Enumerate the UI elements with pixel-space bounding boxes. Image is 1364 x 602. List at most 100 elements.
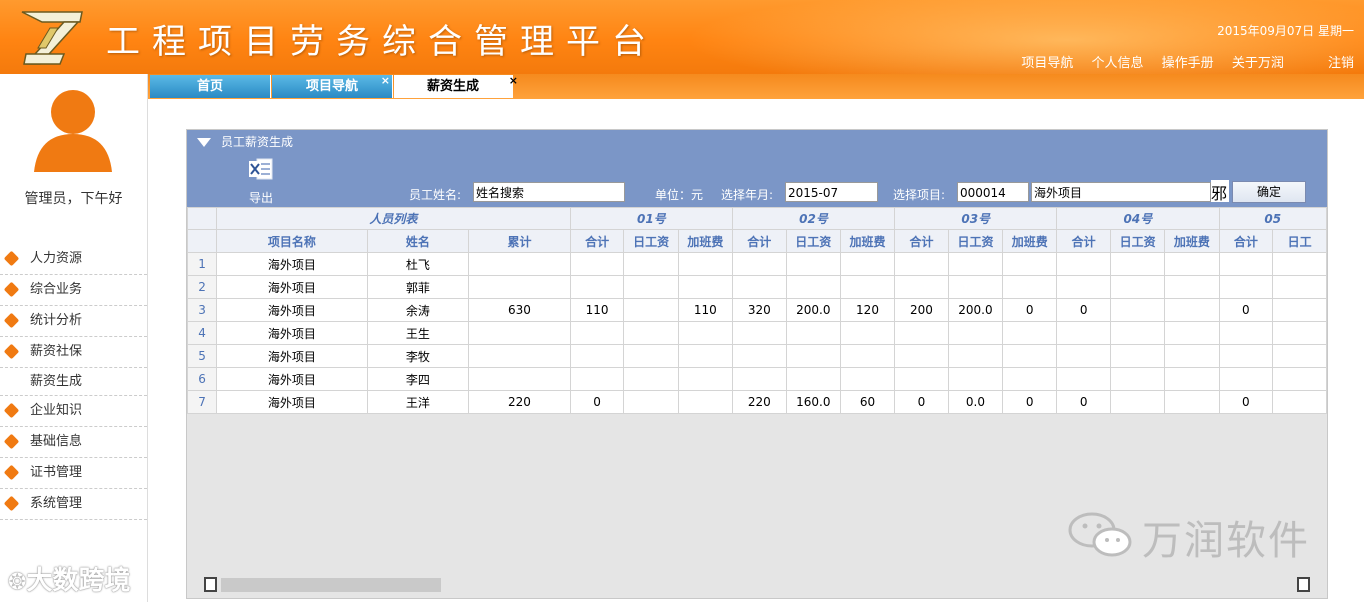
table-cell [468,367,571,391]
table-row[interactable]: 5 海外项目 李牧 [187,344,1327,368]
table-cell: 60 [839,390,896,414]
table-cell [677,275,733,299]
table-cell: 海外项目 [216,367,368,391]
table-cell: 220 [468,390,571,414]
menu-item-basic-info[interactable]: 基础信息 [0,427,147,458]
table-row[interactable]: 3 海外项目 余涛 630 110 110 320 200.0 120 200 200.0 0 0 0 [187,298,1327,322]
table-row[interactable]: 7 海外项目 王洋 220 0 220 160.0 60 0 0.0 0 0 0 [187,390,1327,414]
menu-item-statistics[interactable]: 统计分析 [0,306,147,337]
table-cell [894,275,949,299]
confirm-button[interactable]: 确定 [1232,181,1306,203]
column-header-cell[interactable]: 加班费 [839,229,896,253]
menu-item-hr[interactable]: 人力资源 [0,244,147,275]
column-header-cell[interactable]: 加班费 [677,229,733,253]
table-row[interactable]: 4 海外项目 王生 [187,321,1327,345]
column-header-cell[interactable]: 合计 [1218,229,1274,253]
column-header-cell[interactable]: 合计 [569,229,625,253]
tag-icon [3,312,20,329]
column-header-cell[interactable]: 日工资 [1110,229,1166,253]
column-header-cell[interactable]: 加班费 [1164,229,1220,253]
table-cell [947,275,1004,299]
excel-icon[interactable] [249,158,273,180]
table-cell [731,344,787,368]
sidebar: 管理员，下午好 人力资源 综合业务 统计分析 薪资社保 薪资生成 企业知识 基础… [0,74,148,602]
month-label: 选择年月: [721,188,774,202]
panel-toolbar: 员工薪资生成 导出 员工姓名: 姓名搜索 单位：元 选择年月: 2015-07 … [187,130,1327,207]
table-cell: 120 [839,298,896,322]
horizontal-scrollbar[interactable] [221,578,441,592]
table-cell [894,344,949,368]
table-cell [839,275,896,299]
column-header-cell[interactable]: 合计 [731,229,787,253]
table-cell [894,321,949,345]
top-link-about[interactable]: 关于万润 [1232,56,1284,71]
column-header-cell[interactable]: 日工 [1272,229,1327,253]
close-icon[interactable]: × [381,69,390,92]
table-cell [1218,275,1274,299]
table-cell [1164,390,1220,414]
table-cell [785,275,841,299]
table-cell [1002,367,1058,391]
month-input[interactable]: 2015-07 [785,182,878,202]
top-link-personal-info[interactable]: 个人信息 [1092,56,1144,71]
table-cell [1272,321,1327,345]
menu-item-certificates[interactable]: 证书管理 [0,458,147,489]
salary-table: 人员列表 01号 02号 03号 04号 05 项目名称 姓名 累计 合计 日工资 加班费 合计 日工资加… [187,207,1327,414]
tag-icon [3,250,20,267]
column-header-cell[interactable]: 项目名称 [216,229,368,253]
menu-item-salary-insurance[interactable]: 薪资社保 [0,337,147,368]
table-cell: 海外项目 [216,321,368,345]
tab-salary-generate[interactable]: 薪资生成 × [394,74,518,98]
table-cell [1164,367,1220,391]
project-select-glyph[interactable]: 邪 [1211,180,1229,202]
column-header-cell[interactable]: 合计 [1056,229,1112,253]
table-cell [731,252,787,276]
logout-link[interactable]: 注销 [1328,56,1354,71]
table-cell [623,367,679,391]
table-cell [785,344,841,368]
column-header-cell[interactable]: 合计 [894,229,949,253]
menu-item-business[interactable]: 综合业务 [0,275,147,306]
export-label[interactable]: 导出 [249,189,273,206]
table-cell [947,344,1004,368]
pager-square-left[interactable] [204,577,217,592]
table-cell: 200.0 [785,298,841,322]
table-row[interactable]: 6 海外项目 李四 [187,367,1327,391]
table-cell [894,367,949,391]
tab-project-nav[interactable]: 项目导航 × [272,74,393,98]
table-cell [839,344,896,368]
pager-square-right[interactable] [1297,577,1310,592]
close-icon[interactable]: × [509,69,518,92]
tag-icon [3,402,20,419]
column-header-cell[interactable]: 日工资 [623,229,679,253]
column-header-cell[interactable]: 加班费 [1002,229,1058,253]
menu-label: 人力资源 [30,251,83,266]
table-cell [947,252,1004,276]
name-search-input[interactable]: 姓名搜索 [473,182,625,202]
column-header-cell[interactable]: 日工资 [785,229,841,253]
table-cell [1110,252,1166,276]
table-row[interactable]: 1 海外项目 杜飞 [187,252,1327,276]
menu-subitem-salary-generate[interactable]: 薪资生成 [0,368,147,395]
column-header-cell[interactable]: 姓名 [366,229,470,253]
table-cell: 郭菲 [366,275,470,299]
menu-item-system[interactable]: 系统管理 [0,489,147,520]
table-cell [1164,298,1220,322]
menu-label: 证书管理 [30,465,83,480]
app-header: 工程项目劳务综合管理平台 2015年09月07日 星期一 项目导航 个人信息 操… [0,0,1364,100]
project-code-input[interactable]: 000014 [957,182,1029,202]
table-cell: 320 [731,298,787,322]
collapse-triangle-icon[interactable] [197,138,211,147]
table-cell [1272,298,1327,322]
table-cell [1110,367,1166,391]
project-name-input[interactable]: 海外项目 [1031,182,1211,202]
table-row[interactable]: 2 海外项目 郭菲 [187,275,1327,299]
top-link-manual[interactable]: 操作手册 [1162,56,1214,71]
panel-title[interactable]: 员工薪资生成 [197,133,293,150]
tab-home[interactable]: 首页 [150,75,271,98]
column-header-cell[interactable]: 累计 [468,229,571,253]
menu-item-knowledge[interactable]: 企业知识 [0,395,147,427]
top-link-project-nav[interactable]: 项目导航 [1021,56,1073,71]
row-number-cell: 1 [187,252,218,276]
column-header-cell[interactable]: 日工资 [947,229,1004,253]
